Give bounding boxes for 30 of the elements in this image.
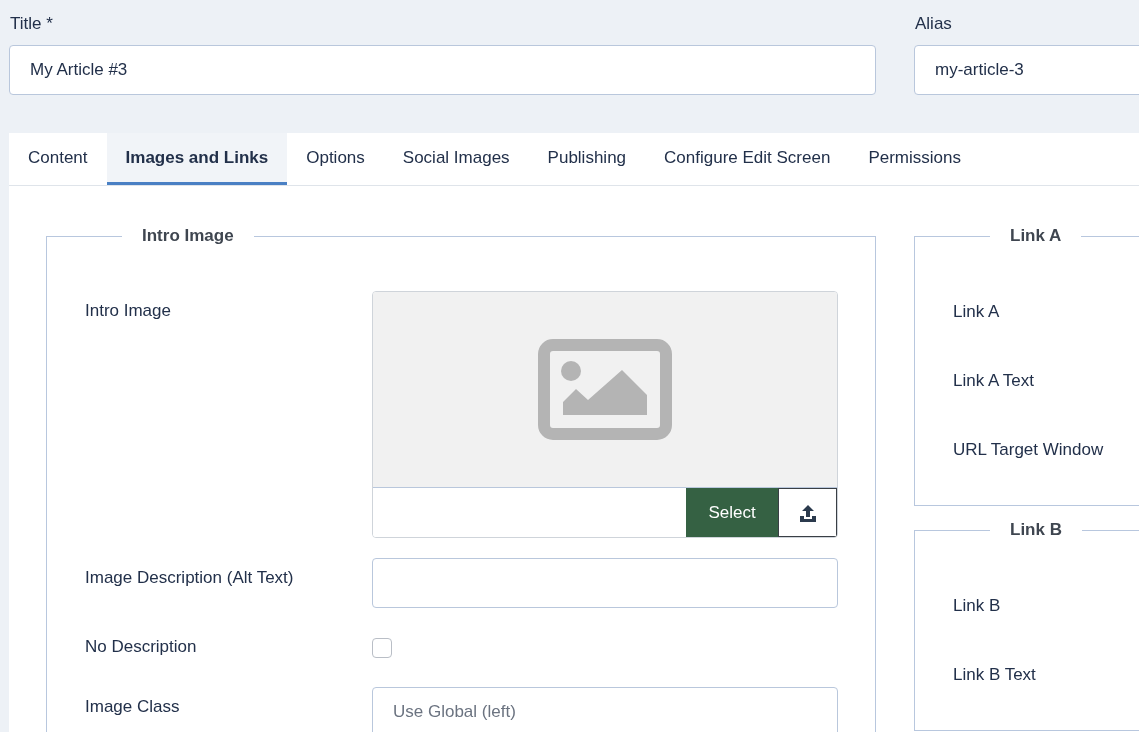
tab[interactable]: Configure Edit Screen (645, 133, 850, 185)
fieldset-legend: Link A (990, 226, 1082, 246)
fieldset-legend: Intro Image (122, 226, 254, 246)
alias-label: Alias (915, 14, 953, 34)
field-label: Intro Image (85, 300, 172, 322)
upload-icon (797, 502, 818, 523)
field-label: Image Class (85, 696, 181, 718)
tab[interactable]: Content (9, 133, 107, 185)
field-label: URL Target Window (953, 440, 1105, 460)
tab[interactable]: Permissions (849, 133, 980, 185)
upload-button[interactable] (778, 488, 837, 537)
field-label: Image Description (Alt Text) (85, 567, 295, 589)
tab[interactable]: Social Images (383, 133, 529, 185)
text-input[interactable]: Use Global (left) (372, 687, 838, 732)
select-button[interactable]: Select (686, 488, 778, 537)
field-label: Link B Text (953, 665, 1037, 685)
fieldset-legend: Link B (990, 520, 1082, 540)
alias-input[interactable]: my-article-3 (914, 45, 1139, 95)
field-label: Link A (953, 302, 1001, 322)
image-placeholder-icon (538, 339, 672, 440)
field-label: No Description (85, 637, 198, 658)
checkbox[interactable] (372, 638, 392, 658)
field-label: Link B (953, 596, 1002, 616)
tab[interactable]: Options (287, 133, 384, 185)
tab[interactable]: Publishing (528, 133, 646, 185)
field-label: Link A Text (953, 371, 1035, 391)
tab[interactable]: Images and Links (106, 133, 288, 185)
title-label: Title * (10, 14, 54, 34)
text-input[interactable] (372, 558, 838, 608)
title-input[interactable]: My Article #3 (9, 45, 876, 95)
